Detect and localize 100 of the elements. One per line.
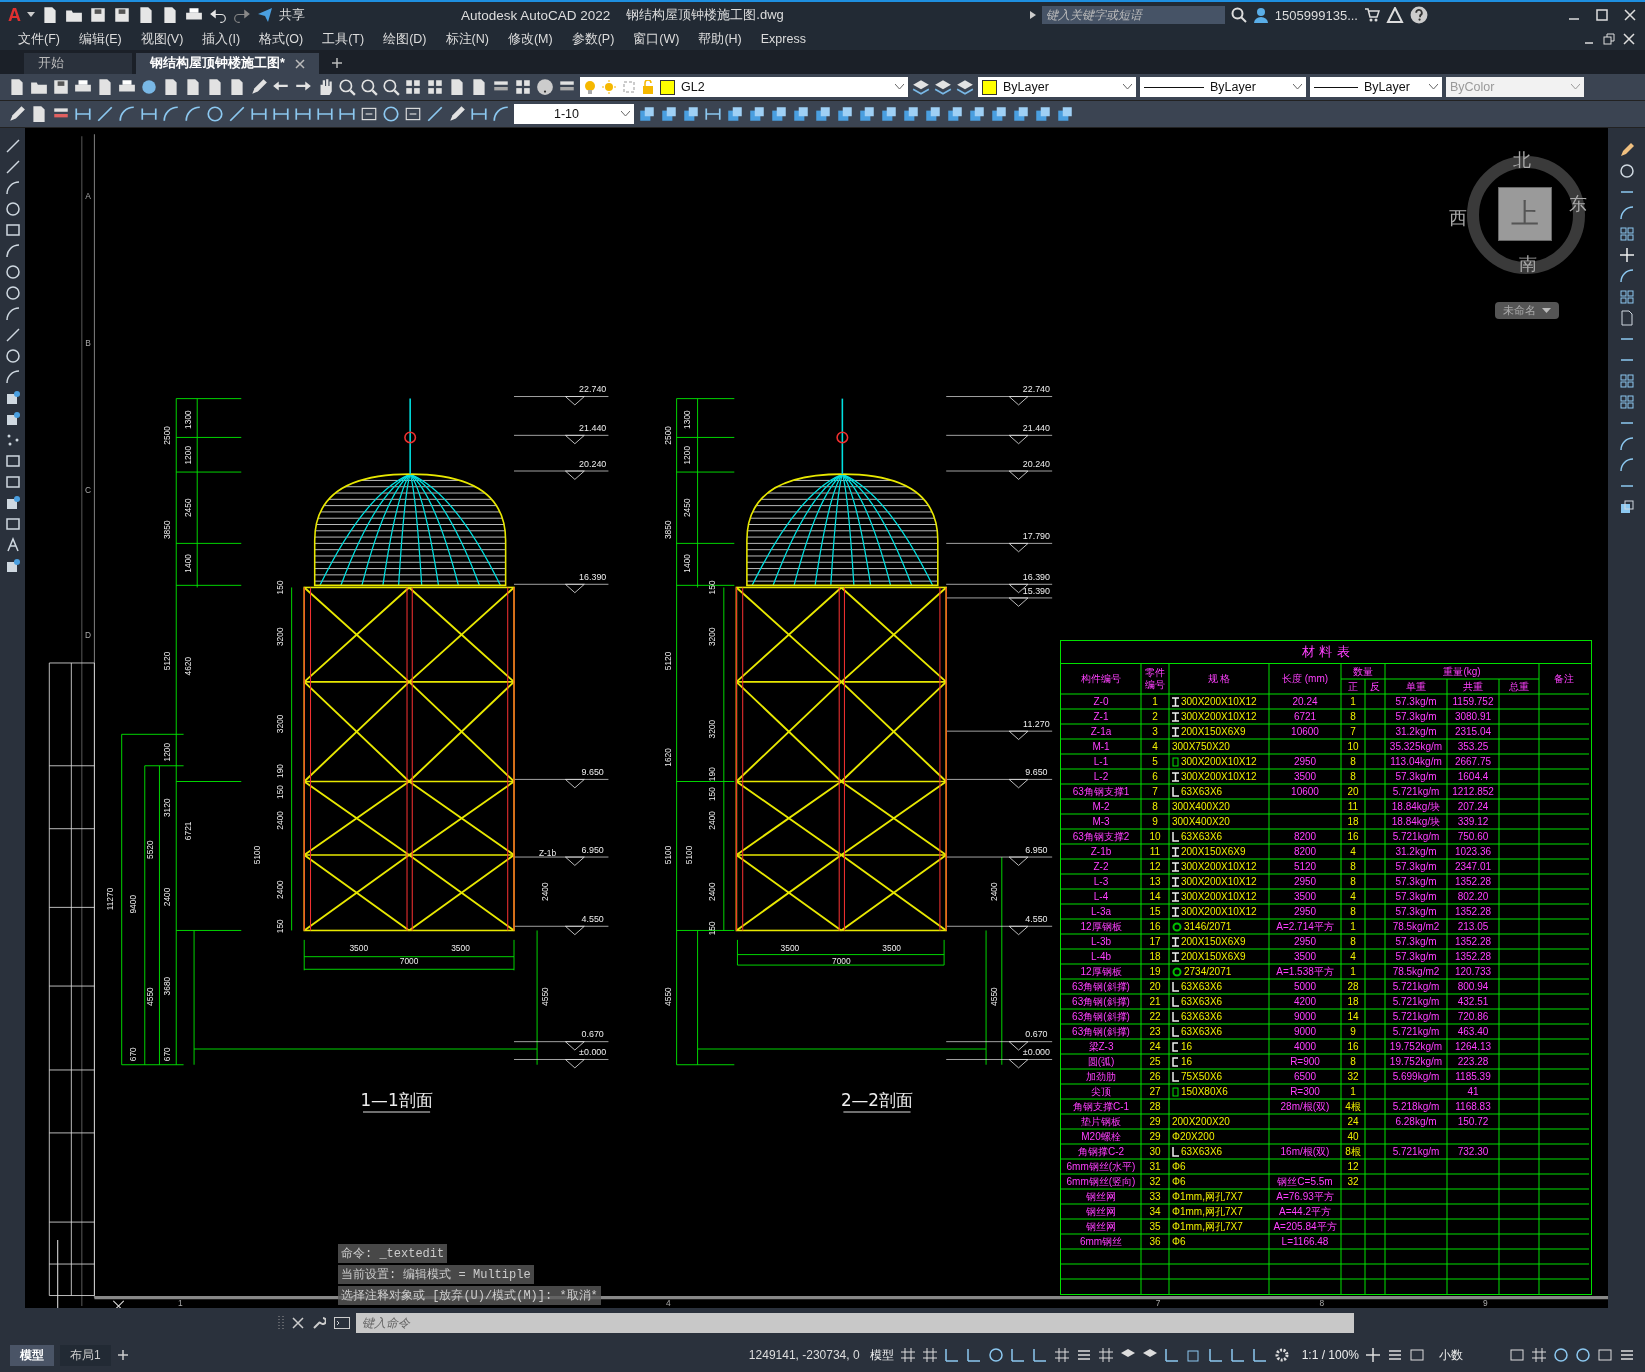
linetype-dropdown[interactable]: ByLayer (1140, 77, 1306, 97)
arc-icon[interactable] (4, 306, 21, 322)
line-tool-icon[interactable] (4, 159, 21, 175)
grip-icon[interactable] (278, 1315, 284, 1331)
arc-icon[interactable] (4, 243, 21, 259)
terminal-icon[interactable] (334, 1317, 350, 1329)
line-tool-icon[interactable] (1229, 1347, 1246, 1363)
line-tool-icon[interactable] (943, 1347, 960, 1363)
plus-icon[interactable] (1365, 1347, 1381, 1363)
line-tool-icon[interactable] (965, 1347, 982, 1363)
arc-icon[interactable] (492, 105, 510, 123)
arc-icon[interactable] (118, 105, 136, 123)
lineweight-dropdown[interactable]: ByLayer (1310, 77, 1442, 97)
menu-item[interactable]: 编辑(E) (70, 30, 133, 48)
expand-icon[interactable] (1029, 11, 1036, 19)
annotation-scale-dropdown[interactable]: 1-10 (514, 104, 634, 124)
arc-icon[interactable] (4, 180, 21, 196)
arc-icon[interactable] (4, 369, 21, 385)
save-icon[interactable] (89, 6, 107, 24)
layout-tab[interactable]: 布局1 (60, 1344, 111, 1366)
menu-item[interactable]: 格式(O) (251, 30, 315, 48)
arc-icon[interactable] (184, 105, 202, 123)
circle-icon[interactable] (140, 78, 158, 96)
close-icon[interactable] (1623, 33, 1635, 45)
menu-item[interactable]: 工具(T) (314, 30, 376, 48)
compass-label[interactable]: 北 (1513, 148, 1531, 172)
space-toggle[interactable]: 模型 (869, 1346, 894, 1364)
line-tool-icon[interactable] (4, 327, 21, 343)
line-tool-icon[interactable] (1207, 1347, 1224, 1363)
arc-icon[interactable] (162, 105, 180, 123)
color-dropdown[interactable]: ByLayer (978, 77, 1136, 97)
layout-tab[interactable]: 模型 (10, 1344, 54, 1366)
close-icon[interactable] (1623, 8, 1637, 22)
share-button[interactable]: 共享 (279, 6, 305, 24)
menu-item[interactable]: 窗口(W) (625, 30, 691, 48)
circle-icon[interactable] (987, 1347, 1004, 1363)
arc-icon[interactable] (1618, 457, 1635, 473)
menu-item[interactable]: 修改(M) (499, 30, 564, 48)
circle-icon[interactable] (1553, 1347, 1569, 1363)
user-account[interactable]: 1505999135... (1274, 7, 1358, 23)
compass-label[interactable]: 南 (1519, 252, 1537, 276)
search-field[interactable]: 键入关键字或短语 (1041, 6, 1225, 24)
circle-icon[interactable] (1575, 1347, 1591, 1363)
menu-icon[interactable] (1387, 1347, 1403, 1363)
units-dropdown[interactable]: 小数 (1439, 1346, 1463, 1364)
line-tool-icon[interactable] (1009, 1347, 1026, 1363)
help-icon[interactable] (536, 78, 554, 96)
line-tool-icon[interactable] (1031, 1347, 1048, 1363)
close-icon[interactable] (294, 58, 305, 69)
search-icon[interactable] (1230, 7, 1247, 23)
save-icon[interactable] (113, 6, 131, 24)
line-tool-icon[interactable] (1251, 1347, 1268, 1363)
menu-item[interactable]: Express (752, 32, 817, 46)
line-tool-icon[interactable] (4, 138, 21, 154)
help-icon[interactable] (1409, 6, 1428, 24)
zoom-icon[interactable] (382, 78, 400, 96)
document-tab[interactable]: 开始 (24, 53, 132, 74)
dimension-icon[interactable] (140, 105, 158, 123)
user-icon[interactable] (1252, 7, 1269, 23)
compass-label[interactable]: 西 (1449, 206, 1467, 230)
dimension-icon[interactable] (250, 105, 268, 123)
menu-item[interactable]: 标注(N) (437, 30, 500, 48)
dimension-icon[interactable] (74, 105, 92, 123)
dimension-icon[interactable] (316, 105, 334, 123)
plus-icon[interactable] (116, 1349, 129, 1361)
circle-icon[interactable] (382, 105, 400, 123)
restore-icon[interactable] (1603, 33, 1615, 45)
line-tool-icon[interactable] (1163, 1347, 1180, 1363)
command-input[interactable]: 键入命令 (356, 1313, 1354, 1333)
caret-icon[interactable] (27, 12, 35, 18)
menu-item[interactable]: 插入(I) (194, 30, 252, 48)
wrench-icon[interactable] (312, 1316, 326, 1330)
line-tool-icon[interactable] (96, 105, 114, 123)
send-icon[interactable] (257, 7, 273, 23)
document-tab[interactable]: 钢结构屋顶钟楼施工图* (136, 53, 319, 74)
circle-icon[interactable] (1618, 163, 1635, 179)
dimension-icon[interactable] (470, 105, 488, 123)
dimension-icon[interactable] (704, 105, 722, 123)
compass-label[interactable]: 东 (1569, 192, 1587, 216)
menu-icon[interactable] (1619, 1347, 1635, 1363)
circle-icon[interactable] (4, 285, 21, 301)
triangle-logo-icon[interactable] (1385, 7, 1404, 23)
cart-icon[interactable] (1363, 7, 1380, 23)
annotation-scale[interactable]: 1:1 / 100% (1301, 1348, 1359, 1362)
dimension-icon[interactable] (338, 105, 356, 123)
line-tool-icon[interactable] (426, 105, 444, 123)
menu-item[interactable]: 帮助(H) (690, 30, 753, 48)
arc-icon[interactable] (1618, 205, 1635, 221)
arc-icon[interactable] (1618, 268, 1635, 284)
circle-icon[interactable] (4, 348, 21, 364)
zoom-icon[interactable] (360, 78, 378, 96)
dimension-icon[interactable] (294, 105, 312, 123)
close-icon[interactable] (292, 1317, 304, 1329)
arc-icon[interactable] (1618, 436, 1635, 452)
menu-icon[interactable] (1075, 1347, 1092, 1363)
menu-item[interactable]: 参数(P) (563, 30, 626, 48)
save-icon[interactable] (52, 78, 70, 96)
circle-icon[interactable] (4, 264, 21, 280)
dimension-icon[interactable] (272, 105, 290, 123)
line-tool-icon[interactable] (228, 105, 246, 123)
